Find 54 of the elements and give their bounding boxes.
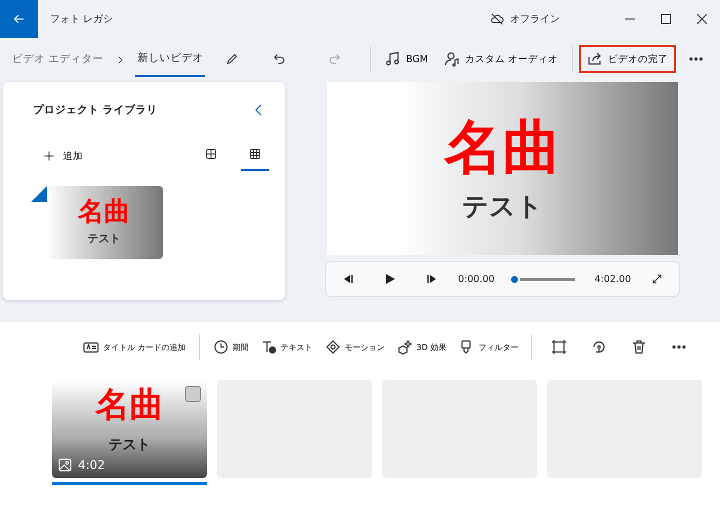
pencil-icon	[225, 52, 240, 66]
rotate-icon	[591, 339, 608, 355]
panel-title: プロジェクト ライブラリ	[33, 103, 158, 117]
duration-button[interactable]: 期間	[208, 334, 254, 360]
music-note-icon	[385, 51, 402, 67]
play-icon	[384, 273, 396, 285]
text-button[interactable]: テキスト	[256, 334, 318, 360]
next-frame-icon	[426, 273, 438, 285]
clock-icon	[212, 339, 229, 355]
grid-icon	[205, 148, 218, 160]
preview-title: 名曲	[444, 118, 561, 176]
expand-icon	[651, 273, 663, 285]
chevron-left-icon	[255, 104, 264, 116]
breadcrumb-item[interactable]: ビデオ エディター	[10, 42, 106, 76]
clip-duration: 4:02	[78, 458, 105, 472]
library-item[interactable]: 名曲 テスト	[33, 186, 163, 259]
text-icon	[260, 339, 277, 355]
filter-button[interactable]: フィルター	[453, 334, 524, 360]
thumbnail-title: 名曲	[78, 199, 130, 225]
close-icon	[697, 14, 707, 24]
window-title: フォト レガシ	[50, 13, 114, 26]
previous-frame-icon	[342, 273, 354, 285]
current-time: 0:00.00	[458, 274, 495, 284]
effects-button[interactable]: 3D 効果	[392, 334, 452, 360]
thumbnail-subtitle: テスト	[88, 231, 120, 246]
music-button[interactable]: BGM	[377, 45, 436, 73]
undo-icon	[272, 52, 286, 66]
share-icon	[587, 51, 603, 67]
offline-status: オフライン	[510, 13, 560, 26]
clip-subtitle: テスト	[108, 436, 150, 454]
total-time: 4:02.00	[594, 274, 631, 284]
title-card-button[interactable]: タイトル カードの追加	[78, 334, 191, 360]
maximize-icon	[661, 14, 671, 24]
trash-icon	[631, 339, 648, 355]
person-music-icon	[444, 51, 460, 67]
storyboard-clip[interactable]: 名曲 テスト 4:02	[52, 380, 207, 478]
breadcrumb-item[interactable]: 新しいビデオ	[135, 41, 206, 77]
clip-title: 名曲	[96, 388, 164, 422]
add-button[interactable]: 追加	[33, 146, 83, 166]
clip-checkbox[interactable]	[185, 386, 201, 402]
redo-icon	[328, 52, 342, 66]
slider-thumb[interactable]	[508, 274, 520, 284]
back-arrow-icon	[13, 13, 25, 25]
motion-button[interactable]: モーション	[320, 334, 390, 360]
image-icon	[58, 458, 72, 472]
crop-icon	[551, 339, 568, 355]
cloud-off-icon	[490, 12, 504, 26]
export-button[interactable]: ビデオの完了	[579, 45, 676, 73]
preview-subtitle: テスト	[462, 194, 544, 220]
diamond-icon	[324, 339, 341, 355]
grid-icon	[249, 148, 262, 160]
audio-button[interactable]: カスタム オーディオ	[436, 45, 566, 73]
sparkle-icon	[396, 339, 413, 355]
plus-icon	[43, 150, 55, 162]
